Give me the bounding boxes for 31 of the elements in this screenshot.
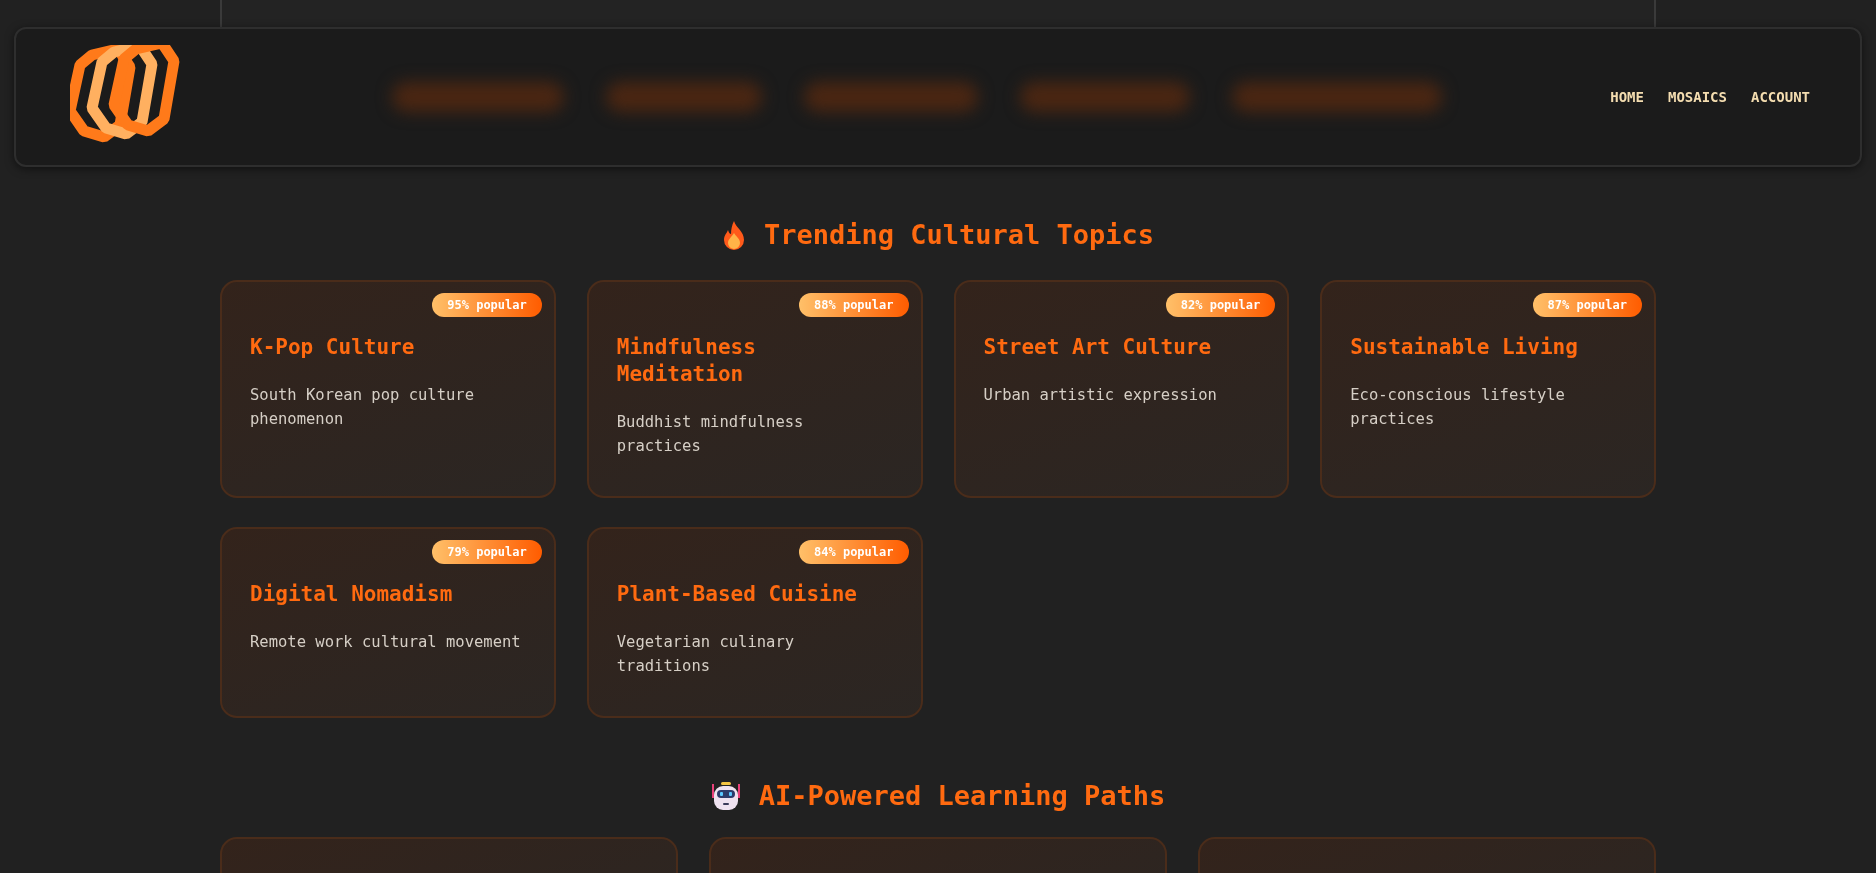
topic-card[interactable]: 87% popular Sustainable Living Eco-conscious lifestyle practices xyxy=(1320,280,1656,498)
card-title: Sustainable Living xyxy=(1350,334,1579,361)
popularity-badge: 87% popular xyxy=(1532,293,1642,317)
topic-card[interactable]: 88% popular Mindfulness Meditation Buddhist mindfulness practices xyxy=(586,280,923,498)
topic-card[interactable]: 82% popular Street Art Culture Urban artistic expression xyxy=(953,280,1290,498)
topic-card[interactable]: 84% popular Plant-Based Cuisine Vegetarian culinary traditions xyxy=(586,527,923,718)
card-description: Buddhist mindfulness practices xyxy=(616,412,805,457)
popularity-badge: 82% popular xyxy=(1165,293,1276,317)
topic-card[interactable]: 79% popular Digital Nomadism Remote work cultural movement xyxy=(220,527,556,718)
popularity-badge: 79% popular xyxy=(432,540,542,564)
section-title: AI-Powered Learning Paths xyxy=(758,780,1166,811)
robot-icon xyxy=(710,780,741,811)
card-title: Mindfulness Meditation xyxy=(616,334,757,388)
fire-icon xyxy=(721,219,746,250)
card-title: Plant-Based Cuisine xyxy=(616,581,858,608)
card-description: Eco-conscious lifestyle practices xyxy=(1350,385,1566,430)
popularity-badge: 84% popular xyxy=(799,540,909,564)
nav-link[interactable]: MOSAICS xyxy=(1667,89,1727,105)
card-title: Digital Nomadism xyxy=(250,581,454,608)
card-title: K-Pop Culture xyxy=(250,334,416,361)
nav-link[interactable]: ACCOUNT xyxy=(1751,89,1810,105)
card-title: Street Art Culture xyxy=(983,334,1213,361)
card-description: Urban artistic expression xyxy=(983,385,1218,406)
popularity-badge: 88% popular xyxy=(799,293,909,317)
card-description: South Korean pop culture phenomenon xyxy=(250,385,475,430)
card-description: Vegetarian culinary traditions xyxy=(616,632,796,677)
card-description: Remote work cultural movement xyxy=(250,632,522,653)
nav-link[interactable]: HOME xyxy=(1610,89,1644,105)
section-title: Trending Cultural Topics xyxy=(763,219,1155,250)
popularity-badge: 95% popular xyxy=(432,293,542,317)
topic-card[interactable]: 95% popular K-Pop Culture South Korean pop culture phenomenon xyxy=(220,280,556,498)
